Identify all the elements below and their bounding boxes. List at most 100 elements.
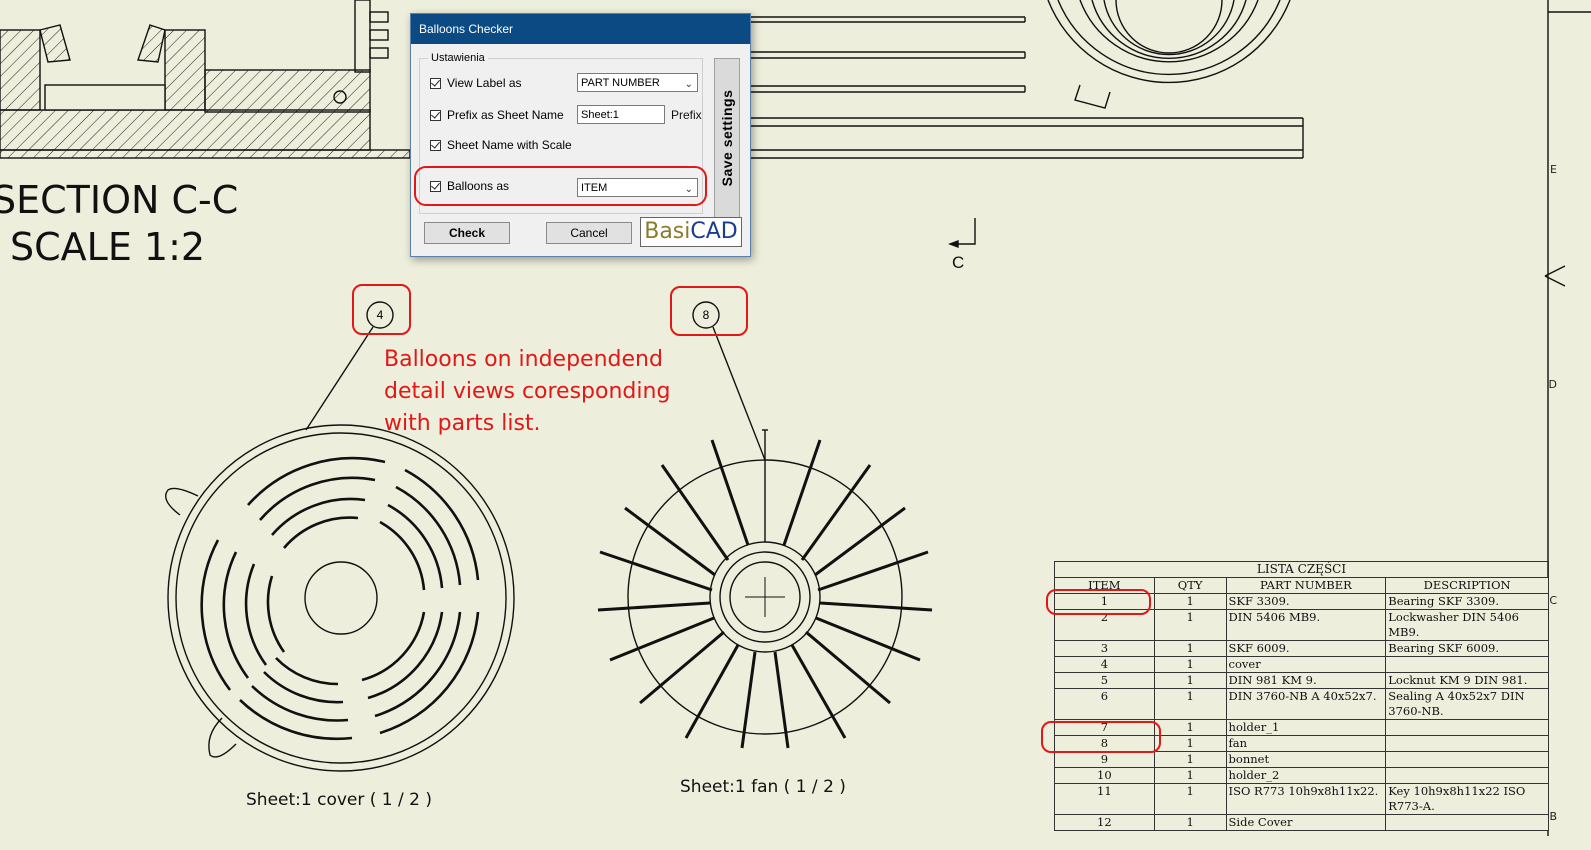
cell-description — [1385, 751, 1549, 768]
cell-item: 9 — [1054, 751, 1155, 768]
cell-part-number: SKF 3309. — [1225, 593, 1387, 610]
sheet-scale-label: Sheet Name with Scale — [447, 138, 572, 152]
prefix-suffix-label: Prefix — [671, 108, 702, 122]
top-cover-partial — [1047, 0, 1291, 109]
cover-view-label: Sheet:1 cover ( 1 / 2 ) — [246, 790, 432, 810]
prefix-label: Prefix as Sheet Name — [447, 108, 564, 122]
cell-item: 10 — [1054, 767, 1155, 784]
view-label-row: View Label as — [430, 74, 522, 92]
cell-part-number: DIN 981 KM 9. — [1225, 672, 1387, 689]
table-row: 11 1 ISO R773 10h9x8h11x22. Key 10h9x8h11x2… — [1054, 783, 1549, 815]
cell-item: 4 — [1054, 656, 1155, 673]
highlight-balloon-8 — [670, 286, 748, 336]
highlight-balloons-as — [414, 166, 707, 206]
cell-item: 12 — [1054, 814, 1155, 831]
cell-description: Locknut KM 9 DIN 981. — [1385, 672, 1549, 689]
cancel-button[interactable]: Cancel — [546, 222, 632, 244]
section-scale: SCALE 1:2 — [10, 225, 206, 269]
logo-part-1: Basi — [644, 219, 691, 244]
prefix-row: Prefix as Sheet Name — [430, 106, 564, 124]
annotation-text: Balloons on independend detail views cor… — [384, 344, 670, 440]
view-label-checkbox[interactable] — [430, 77, 441, 89]
save-settings-label: Save settings — [719, 89, 735, 187]
cell-description — [1385, 767, 1549, 784]
check-button[interactable]: Check — [424, 222, 510, 244]
annotation-line: with parts list. — [384, 411, 541, 436]
header-part-number: PART NUMBER — [1225, 577, 1387, 594]
table-row: 6 1 DIN 3760-NB A 40x52x7. Sealing A 40x52x… — [1054, 688, 1549, 720]
fan-view-label: Sheet:1 fan ( 1 / 2 ) — [680, 777, 846, 797]
cell-part-number: SKF 6009. — [1225, 640, 1387, 657]
cell-description: Bearing SKF 6009. — [1385, 640, 1549, 657]
cell-description: Lockwasher DIN 5406 MB9. — [1385, 609, 1549, 641]
settings-group-label: Ustawienia — [431, 52, 485, 64]
cell-qty: 1 — [1153, 640, 1227, 657]
basicad-logo: BasiCAD — [640, 217, 742, 247]
cell-item: 3 — [1054, 640, 1155, 657]
balloons-checker-dialog: Balloons Checker Ustawienia View Label a… — [410, 13, 751, 257]
cell-description: Key 10h9x8h11x22 ISO R773-A. — [1385, 783, 1549, 815]
fan-detail-view — [597, 429, 933, 749]
prefix-checkbox[interactable] — [430, 109, 441, 121]
table-row: 9 1 bonnet — [1054, 751, 1549, 768]
border-letter-b: B — [1549, 810, 1557, 823]
cell-item: 5 — [1054, 672, 1155, 689]
highlight-item-1 — [1046, 589, 1151, 615]
cover-detail-view — [165, 424, 515, 772]
highlight-item-8 — [1041, 721, 1161, 753]
cell-description — [1385, 656, 1549, 673]
shaft-lines — [748, 16, 1304, 159]
border-letter-c: C — [1549, 594, 1557, 607]
sheet-scale-checkbox[interactable] — [430, 139, 441, 151]
view-label-select[interactable]: PART NUMBER ⌄ — [577, 73, 698, 92]
save-settings-button[interactable]: Save settings — [714, 58, 740, 218]
cell-part-number: DIN 3760-NB A 40x52x7. — [1225, 688, 1387, 720]
cell-qty: 1 — [1153, 656, 1227, 673]
parts-list-title: LISTA CZĘŚCI — [1054, 561, 1549, 577]
cell-item: 6 — [1054, 688, 1155, 720]
cell-qty: 1 — [1153, 688, 1227, 720]
highlight-balloon-4 — [352, 284, 411, 335]
logo-part-2: CAD — [690, 219, 738, 244]
cell-qty: 1 — [1153, 735, 1227, 752]
cell-part-number: bonnet — [1225, 751, 1387, 768]
table-row: 12 1 Side Cover — [1054, 814, 1549, 831]
chevron-down-icon: ⌄ — [684, 79, 693, 90]
cell-item: 11 — [1054, 783, 1155, 815]
cell-part-number: holder_2 — [1225, 767, 1387, 784]
cell-qty: 1 — [1153, 783, 1227, 815]
view-label-label: View Label as — [447, 76, 522, 90]
header-qty: QTY — [1153, 577, 1227, 594]
cell-qty: 1 — [1153, 767, 1227, 784]
annotation-line: Balloons on independend — [384, 347, 663, 372]
cell-qty: 1 — [1153, 814, 1227, 831]
table-row: 31 SKF 6009. Bearing SKF 6009. — [1054, 640, 1549, 657]
cell-part-number: cover — [1225, 656, 1387, 673]
cell-qty: 1 — [1153, 609, 1227, 641]
cell-part-number: Side Cover — [1225, 814, 1387, 831]
cell-description: Sealing A 40x52x7 DIN 3760-NB. — [1385, 688, 1549, 720]
cell-description — [1385, 735, 1549, 752]
prefix-input[interactable]: Sheet:1 — [577, 105, 665, 124]
cell-description — [1385, 814, 1549, 831]
cell-qty: 1 — [1153, 751, 1227, 768]
section-view-c-c — [0, 0, 411, 159]
table-row: 5 1 DIN 981 KM 9. Locknut KM 9 DIN 981. — [1054, 672, 1549, 689]
cell-qty: 1 — [1153, 719, 1227, 736]
table-row: 10 1 holder_2 — [1054, 767, 1549, 784]
border-letter-e: E — [1550, 163, 1557, 176]
cell-qty: 1 — [1153, 672, 1227, 689]
border-letter-d: D — [1548, 378, 1557, 391]
header-description: DESCRIPTION — [1385, 577, 1549, 594]
cell-description: Bearing SKF 3309. — [1385, 593, 1549, 610]
annotation-line: detail views coresponding — [384, 379, 671, 404]
table-row: 4 1 cover — [1054, 656, 1549, 673]
cell-part-number: holder_1 — [1225, 719, 1387, 736]
section-marker-label: C — [952, 253, 965, 272]
dialog-title: Balloons Checker — [411, 14, 750, 44]
sheet-scale-row: Sheet Name with Scale — [430, 136, 572, 154]
cell-description — [1385, 719, 1549, 736]
cell-part-number: ISO R773 10h9x8h11x22. — [1225, 783, 1387, 815]
section-title: SECTION C-C — [0, 178, 239, 222]
cell-part-number: DIN 5406 MB9. — [1225, 609, 1387, 641]
